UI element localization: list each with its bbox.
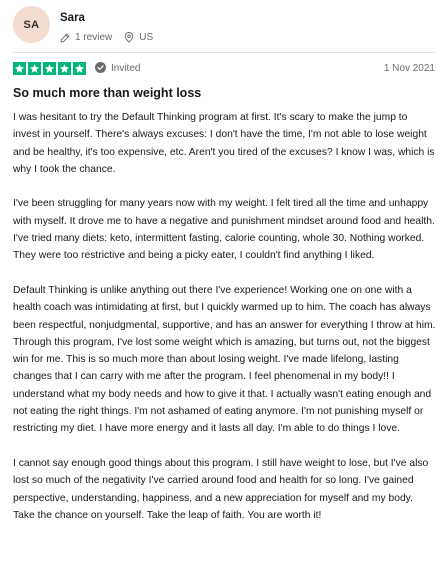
review-body: I was hesitant to try the Default Thinki… <box>13 109 437 524</box>
review-paragraph: I cannot say enough good things about th… <box>13 457 429 521</box>
country-label: US <box>139 32 154 43</box>
review-date: 1 Nov 2021 <box>383 63 435 74</box>
invited-badge[interactable]: Invited <box>95 61 141 76</box>
location-pin-icon <box>124 32 134 43</box>
rating-row: Invited 1 Nov 2021 <box>13 61 435 76</box>
invited-label: Invited <box>111 63 141 74</box>
review-count: 1 review <box>60 32 112 43</box>
star-icon <box>58 62 71 75</box>
star-rating <box>13 62 86 75</box>
check-circle-icon <box>95 61 106 76</box>
review-paragraph: I've been struggling for many years now … <box>13 198 435 262</box>
review-card: SA Sara 1 review US Invited 1 Nov 2021 S… <box>0 0 448 563</box>
review-title[interactable]: So much more than weight loss <box>13 86 201 100</box>
star-icon <box>43 62 56 75</box>
reviewer-header: SA Sara 1 review US <box>13 6 435 46</box>
pencil-icon <box>60 32 70 43</box>
review-paragraph: I was hesitant to try the Default Thinki… <box>13 112 435 175</box>
star-icon <box>73 62 86 75</box>
avatar[interactable]: SA <box>13 6 50 43</box>
reviewer-country: US <box>124 32 153 43</box>
star-icon <box>13 62 26 75</box>
header-divider <box>13 52 435 53</box>
star-icon <box>28 62 41 75</box>
reviewer-meta: 1 review US <box>60 32 153 43</box>
review-paragraph: Default Thinking is unlike anything out … <box>13 284 436 435</box>
review-count-label: 1 review <box>75 32 113 43</box>
reviewer-name[interactable]: Sara <box>60 12 85 24</box>
